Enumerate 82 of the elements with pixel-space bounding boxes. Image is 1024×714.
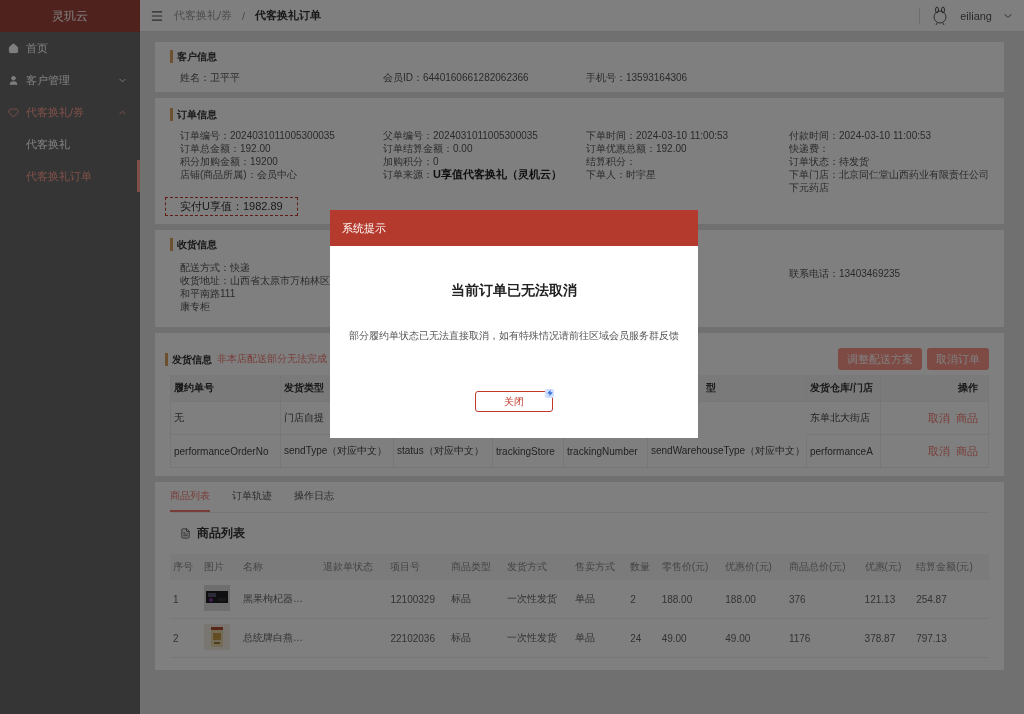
menu-icon[interactable] (150, 8, 164, 23)
user-name[interactable]: eiliang (960, 9, 992, 22)
table-cell: 121.13 (864, 593, 896, 605)
table-cell: 2 (173, 632, 179, 644)
table-cell: 标品 (451, 632, 472, 643)
column-header: 发货仓库/门店 (807, 375, 881, 402)
info-field: 下单时间：2024-03-10 11:00:53 (586, 129, 789, 142)
info-field: 订单总金额：192.00 (180, 142, 383, 155)
section-title: 客户信息 (170, 50, 989, 63)
info-field: 手机号：13593164306 (586, 71, 789, 84)
table-cell: 无 (171, 402, 281, 435)
table-cell: 49.00 (661, 632, 687, 644)
lightning-icon (545, 388, 554, 398)
info-field: 下单人：时宇星 (586, 168, 789, 181)
info-field: 订单来源：U享值代客换礼（灵机云） (383, 168, 586, 181)
table-cell: 单品 (574, 593, 595, 604)
address-text: 收货地址：山西省太原市万柏林区和平南路111 (180, 274, 330, 300)
info-field: 加购积分：0 (383, 155, 586, 168)
sidebar-item[interactable]: 首页 (0, 32, 140, 64)
info-field: 联系电话：13403469235 (789, 267, 992, 280)
info-field: 订单编号：2024031011005300035 (180, 129, 383, 142)
info-field: 姓名：卫平平 (180, 71, 383, 84)
list-title: 商品列表 (197, 525, 245, 542)
row-action-link[interactable]: 商品 (956, 443, 978, 459)
close-button[interactable]: 关闭 (475, 391, 553, 412)
column-header: 履约单号 (171, 375, 281, 402)
table-cell: 单品 (574, 632, 595, 643)
info-field: 订单状态：待发货 (789, 155, 992, 168)
dialog-title: 系统提示 (330, 210, 698, 246)
tab[interactable]: 操作日志 (294, 482, 334, 512)
sidebar-item[interactable]: 代客换礼/券 (0, 96, 140, 128)
section-title: 发货信息 (165, 352, 212, 366)
info-field: 配送方式：快递 (180, 261, 383, 274)
address-text: 康专柜 (180, 300, 211, 313)
app-logo: 灵玑云 (0, 0, 140, 32)
info-field: 父单编号：2024031011005300035 (383, 129, 586, 142)
dialog-heading: 当前订单已无法取消 (451, 282, 577, 300)
table-cell: 12100329 (390, 593, 435, 605)
info-field: 结算积分： (586, 155, 789, 168)
table-cell: 2 (630, 593, 636, 605)
paid-amount: 实付U享值：1982.89 (165, 197, 298, 216)
table-cell: 1 (173, 593, 179, 605)
document-icon (180, 528, 191, 539)
table-cell: 188.00 (661, 593, 693, 605)
table-cell: 188.00 (725, 593, 756, 605)
table-cell: 总统牌白燕… (243, 632, 304, 643)
info-field: 快递费： (789, 142, 992, 155)
table-cell: 24 (630, 632, 642, 644)
row-action-link[interactable]: 取消 (928, 443, 950, 459)
user-icon (8, 74, 19, 86)
row-action-link[interactable]: 取消 (928, 410, 950, 426)
info-field: 店铺(商品所属)：会员中心 (180, 168, 383, 181)
table-cell: 标品 (451, 593, 472, 604)
info-field: 会员ID：6440160661282062366 (383, 71, 586, 84)
table-cell: 东单北大街店 (807, 402, 881, 435)
table-cell: 254.87 (916, 593, 947, 605)
info-field: 积分加购金额：19200 (180, 155, 383, 168)
sidebar-subitem[interactable]: 代客换礼 (0, 128, 140, 160)
table-cell: 黑果枸杞器… (243, 593, 304, 604)
info-field: 订单结算金额：0.00 (383, 142, 586, 155)
table-cell: performanceA (807, 435, 881, 468)
info-field: 付款时间：2024-03-10 11:00:53 (789, 129, 992, 142)
sidebar-subitem[interactable]: 代客换礼订单 (0, 160, 140, 192)
table-cell: 797.13 (916, 632, 947, 644)
breadcrumb-item: 代客换礼订单 (255, 8, 322, 23)
column-header: 操作 (881, 375, 989, 402)
breadcrumb-separator: / (242, 9, 246, 22)
table-cell: performanceOrderNo (171, 435, 281, 468)
home-icon (8, 42, 19, 54)
table-cell: 22102036 (390, 632, 435, 644)
section-title: 订单信息 (170, 108, 989, 121)
table-cell: 376 (788, 593, 806, 605)
info-field: 订单优惠总额：192.00 (586, 142, 789, 155)
tab[interactable]: 订单轨迹 (232, 482, 272, 512)
dialog-message: 部分履约单状态已无法直接取消，如有特殊情况请前往区域会员服务群反馈 (349, 329, 679, 343)
heart-icon (8, 106, 19, 118)
row-action-link[interactable]: 商品 (956, 410, 978, 426)
warning-text: 非本店配送部分无法完成 (217, 352, 327, 366)
table-cell: 1176 (788, 632, 811, 644)
info-field: 下单门店：北京同仁堂山西药业有限责任公司下元药店 (789, 168, 989, 194)
table-cell: 49.00 (725, 632, 751, 644)
table-cell: 378.87 (864, 632, 896, 644)
